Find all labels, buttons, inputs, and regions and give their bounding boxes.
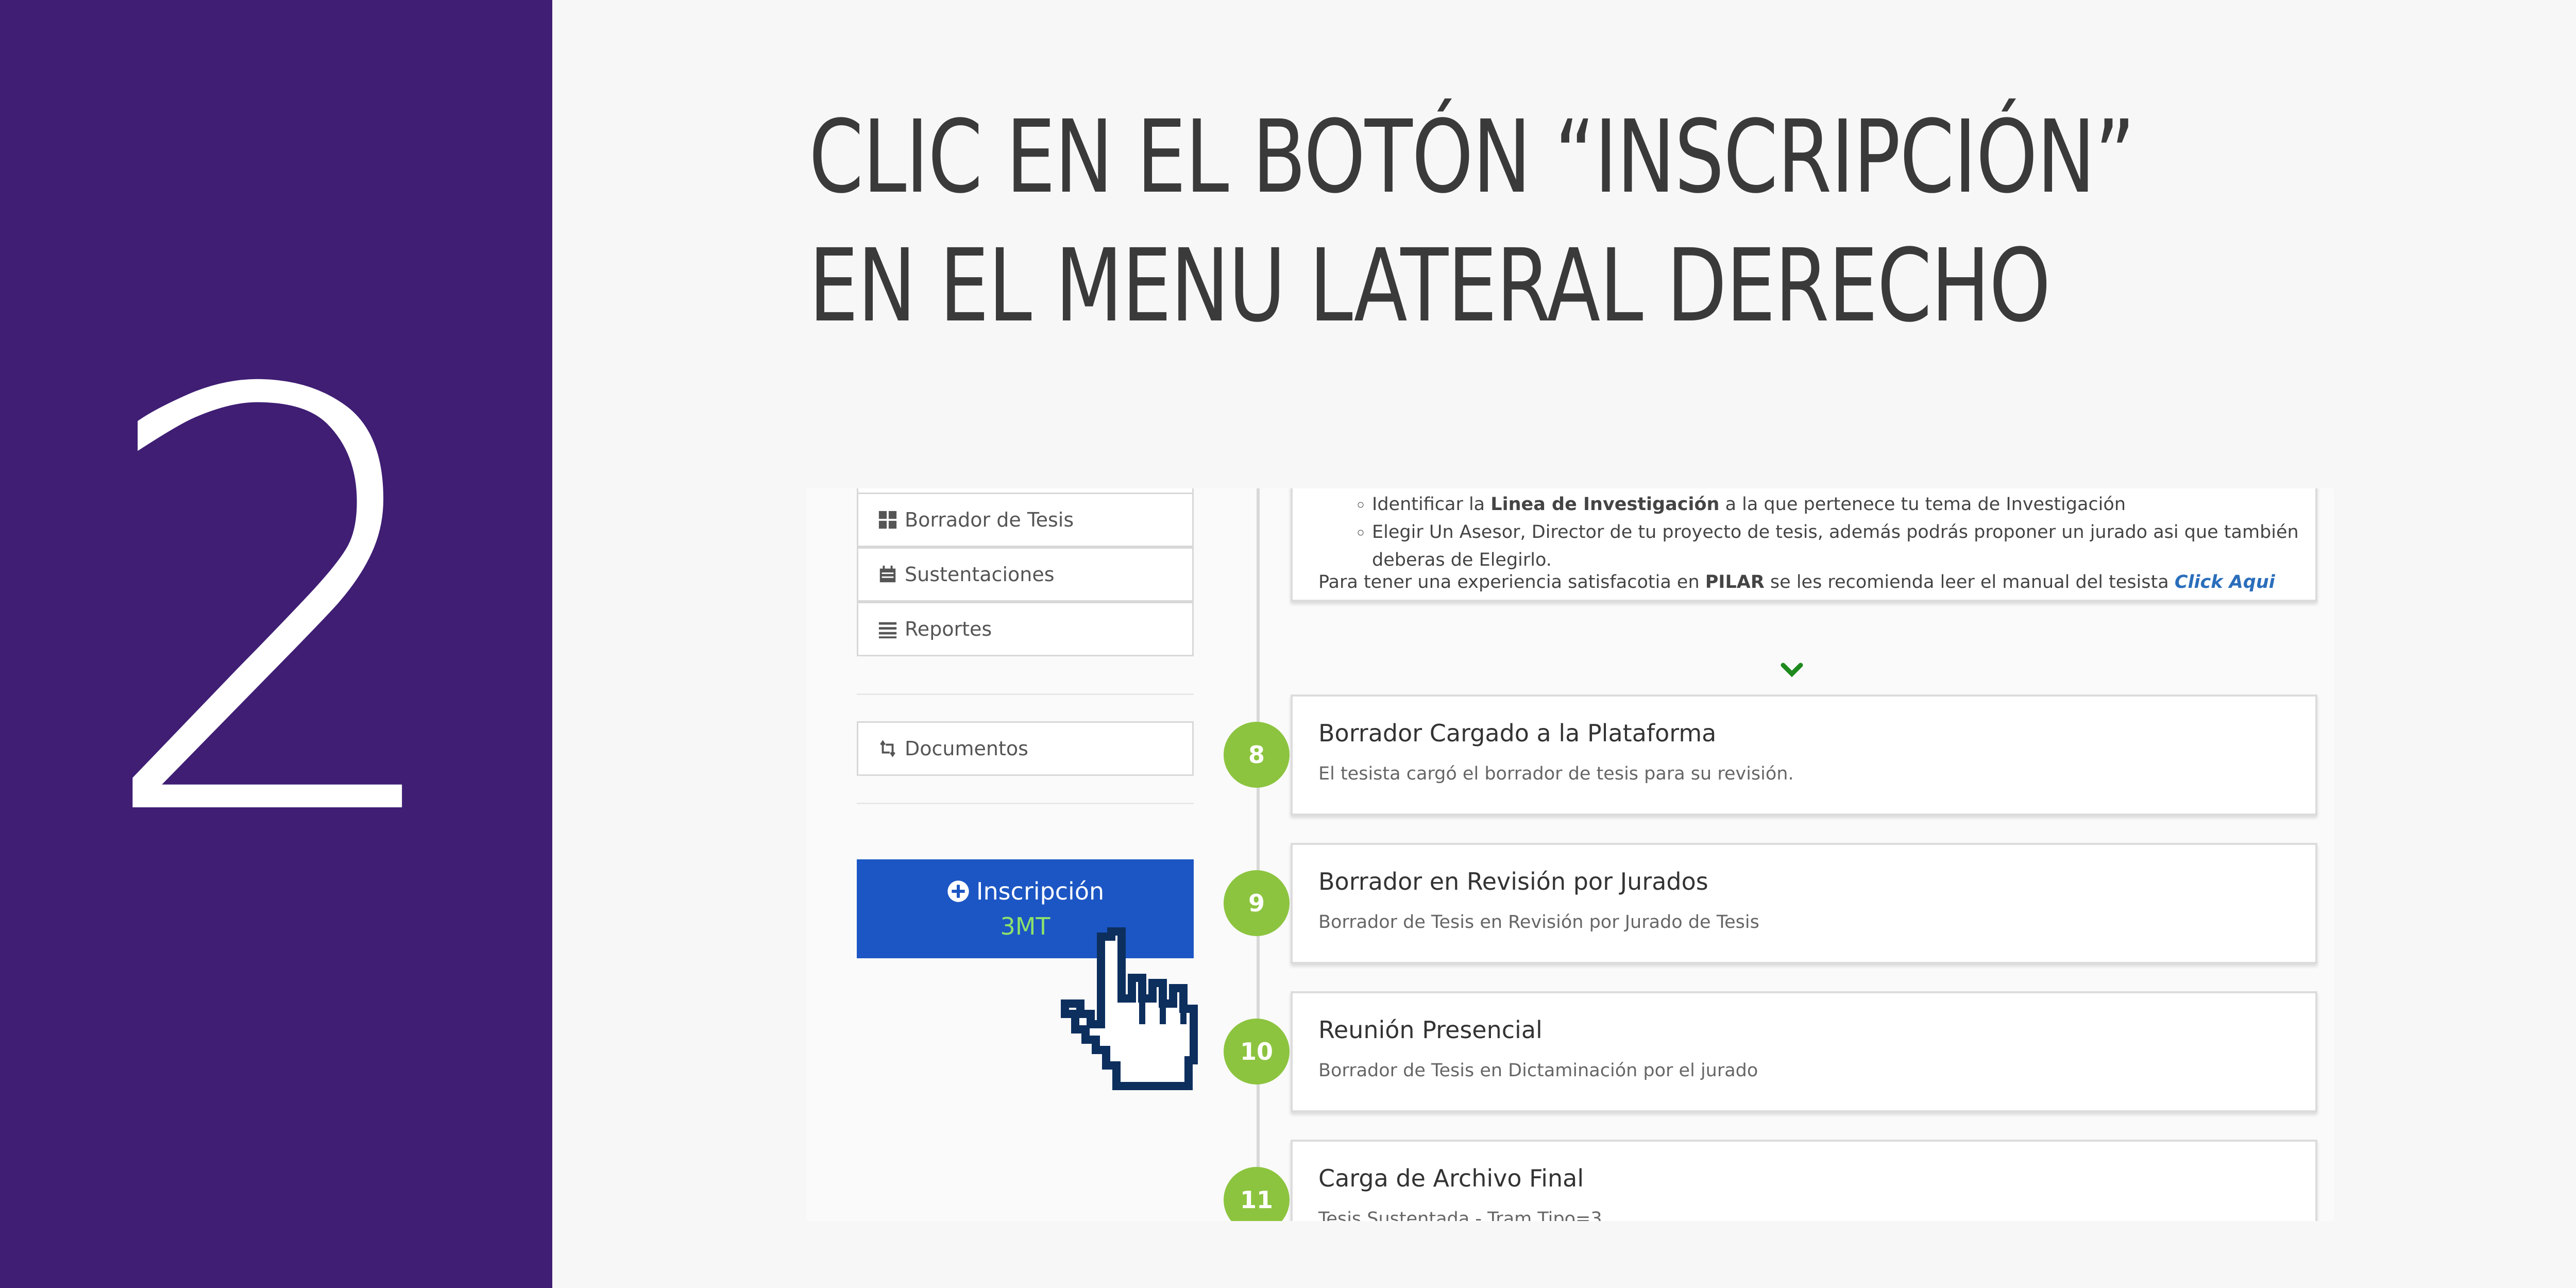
calendar-icon [879,565,896,583]
screenshot-region: Borrador de Tesis Sustentaciones Reporte… [806,488,2334,1221]
divider [857,693,1194,695]
divider [857,803,1194,804]
list-icon [878,622,897,639]
sidebar-item-label: Sustentaciones [905,563,1055,586]
inscription-sub-label: 3MT [1000,912,1050,940]
intro-bullet: Elegir Un Asesor, Director de tu proyect… [1372,518,2310,574]
intro-card: Identificar la Linea de Investigación a … [1291,488,2317,602]
timeline-card: Carga de Archivo Final Tesis Sustentada … [1291,1140,2317,1221]
intro-line: Para tener una experiencia satisfacotia … [1318,572,2275,592]
timeline-title: Borrador Cargado a la Plataforma [1318,719,1717,747]
retweet-icon [880,740,895,757]
timeline-card: Borrador en Revisión por Jurados Borrado… [1291,843,2317,964]
chevron-down-icon [1781,663,1803,677]
timeline-card: Borrador Cargado a la Plataforma El tesi… [1291,694,2317,816]
step-badge: 8 [1224,722,1290,788]
timeline-title: Borrador en Revisión por Jurados [1318,868,1708,895]
step-badge: 10 [1224,1019,1290,1084]
manual-link[interactable]: Click Aqui [2175,572,2275,592]
sidebar-item-documentos[interactable]: Documentos [857,721,1194,776]
sidebar-item-reportes[interactable]: Reportes [857,602,1194,656]
intro-bullets: Identificar la Linea de Investigación a … [1293,490,2310,574]
step-number: 2 [92,272,460,944]
step-badge: 9 [1224,870,1290,936]
plus-circle-icon [947,880,969,902]
step-badge: 11 [1224,1167,1290,1221]
timeline-title: Carga de Archivo Final [1318,1164,1584,1192]
sidebar-item-borrador[interactable]: Borrador de Tesis [857,493,1194,547]
th-large-icon [878,511,897,529]
sidebar-item-label: Reportes [905,618,992,640]
slide-title: CLIC EN EL BOTÓN “INSCRIPCIÓN” EN EL MEN… [809,98,2135,344]
timeline-description: El tesista cargó el borrador de tesis pa… [1318,764,1794,784]
timeline-description: Tesis Sustentada - Tram Tipo=3 [1318,1209,1602,1221]
timeline-line [1257,488,1260,1221]
sidebar-item-label: Documentos [905,737,1028,760]
hand-cursor-icon [1061,927,1198,1090]
timeline-description: Borrador de Tesis en Revisión por Jurado… [1318,912,1759,933]
timeline-card: Reunión Presencial Borrador de Tesis en … [1291,991,2317,1112]
sidebar-item-sustentaciones[interactable]: Sustentaciones [857,547,1194,602]
timeline-title: Reunión Presencial [1318,1016,1543,1044]
inscription-label: Inscripción [976,877,1105,905]
sidebar-item-label: Borrador de Tesis [905,509,1074,531]
intro-bullet: Identificar la Linea de Investigación a … [1372,490,2310,518]
timeline-description: Borrador de Tesis en Dictaminación por e… [1318,1060,1758,1081]
